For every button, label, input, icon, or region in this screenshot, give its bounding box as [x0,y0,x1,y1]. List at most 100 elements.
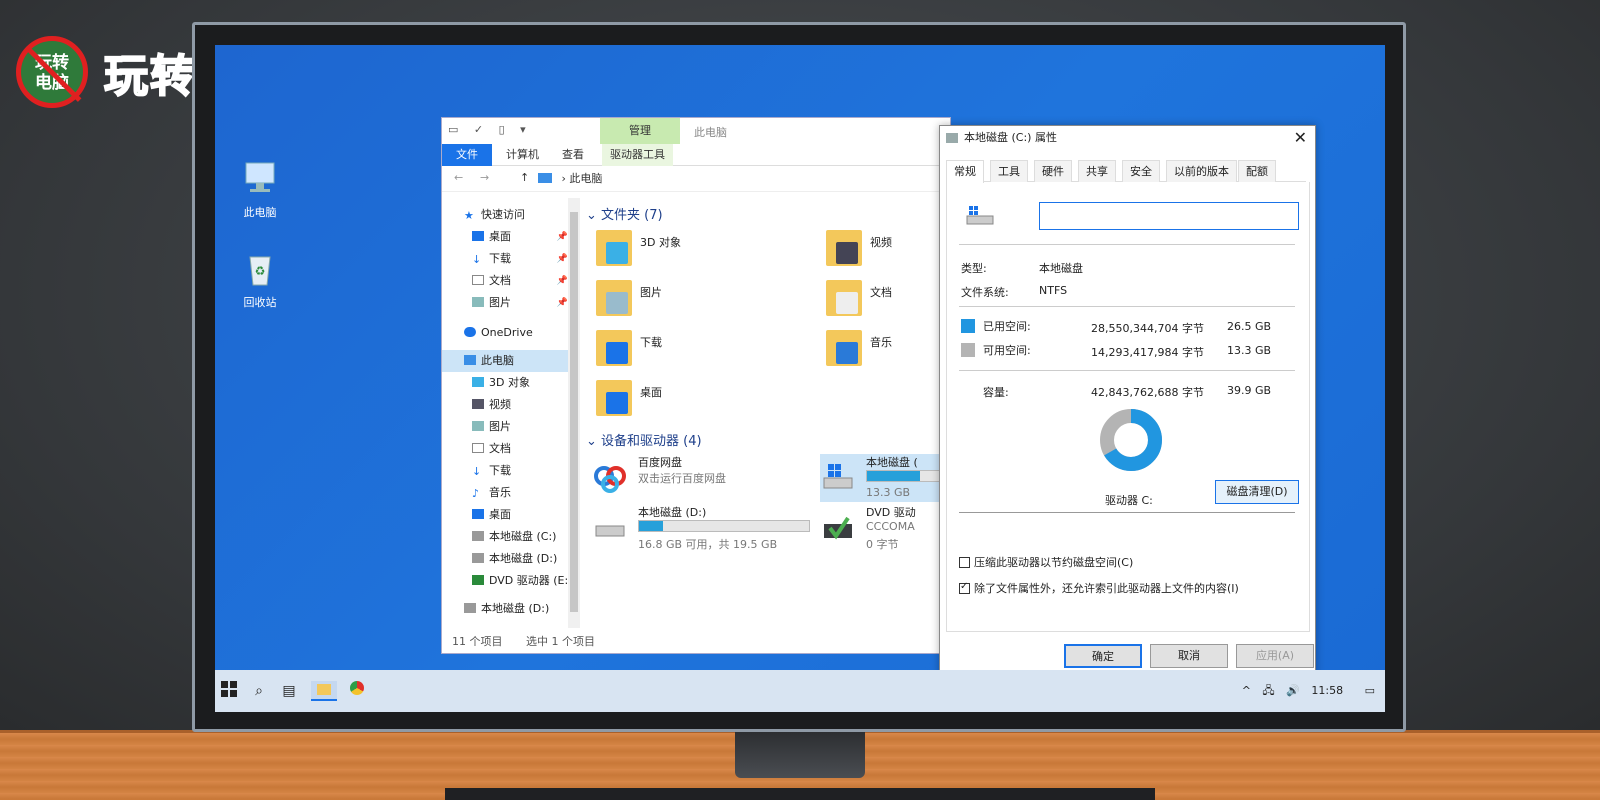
nav-pc-desktop[interactable]: 桌面 [442,504,568,526]
folder-downloads[interactable]: 下载 [596,328,766,372]
capacity-gb: 39.9 GB [1227,384,1272,397]
file-explorer-taskbar-icon[interactable] [311,681,337,701]
divider [959,512,1295,513]
tab-computer[interactable]: 计算机 [498,144,547,166]
drive-icon [472,531,484,541]
device-subtitle: 双击运行百度网盘 [638,472,726,485]
folder-label: 桌面 [640,386,662,399]
tab-tools[interactable]: 工具 [990,160,1028,182]
nav-this-pc[interactable]: 此电脑 [442,350,568,372]
disk-cleanup-button[interactable]: 磁盘清理(D) [1215,480,1299,504]
tab-view[interactable]: 查看 [554,144,592,166]
divider [959,306,1295,307]
nav-pc-dvd[interactable]: DVD 驱动器 (E: [442,570,568,592]
search-icon[interactable]: ⌕ [249,681,269,701]
nav-pc-videos[interactable]: 视频 [442,394,568,416]
tab-manage[interactable]: 管理 [600,118,680,144]
baidu-netdisk-icon [594,466,626,493]
cancel-button[interactable]: 取消 [1150,644,1228,668]
start-button[interactable] [219,681,239,701]
nav-quick-downloads[interactable]: ↓ 下载 📌 [442,248,568,270]
folder-videos[interactable]: 视频 [826,228,950,272]
address-bar[interactable]: › 此电脑 [538,170,928,188]
device-drive-c[interactable]: 本地磁盘 ( 13.3 GB [820,454,948,502]
desktop-icon-this-pc[interactable]: 此电脑 [230,161,290,220]
used-gb: 26.5 GB [1227,320,1272,333]
chrome-taskbar-icon[interactable] [347,681,367,701]
section-label: 设备和驱动器 (4) [601,434,702,449]
index-checkbox[interactable]: 除了文件属性外，还允许索引此驱动器上文件的内容(I) [959,580,1239,596]
desktop-icon-recycle-bin[interactable]: ♻ 回收站 [230,251,290,310]
checkbox-box[interactable] [959,557,970,568]
tray-overflow-icon[interactable]: ^ [1242,684,1251,697]
pin-icon: 📌 [556,254,568,264]
windows-logo-icon [221,681,237,697]
folder-icon [317,684,331,695]
pc-small-icon [538,173,552,183]
picture-icon [472,421,484,431]
status-bar: 11 个项目 选中 1 个项目 [442,631,950,653]
device-dvd[interactable]: DVD 驱动 CCCOMA 0 字节 [820,504,948,552]
volume-name-input[interactable] [1039,202,1299,230]
tab-quota[interactable]: 配额 [1238,160,1276,182]
nav-drive-d[interactable]: 本地磁盘 (D:) [442,598,568,620]
folders-section-header[interactable]: ⌄ 文件夹 (7) [586,204,663,223]
drive-label: 驱动器 C: [1105,494,1153,507]
tab-file[interactable]: 文件 [442,144,492,166]
notifications-icon[interactable]: ▭ [1365,684,1375,697]
nav-onedrive[interactable]: OneDrive [442,322,568,344]
volume-icon[interactable]: 🔊 [1286,684,1300,697]
nav-pc-music[interactable]: ♪ 音乐 [442,482,568,504]
forward-icon[interactable]: → [480,171,489,184]
nav-quick-access[interactable]: ★ 快速访问 [442,204,568,226]
nav-pc-3d[interactable]: 3D 对象 [442,372,568,394]
svg-text:♻: ♻ [255,264,266,278]
folder-icon [596,280,632,316]
nav-pc-downloads[interactable]: ↓ 下载 [442,460,568,482]
ok-button[interactable]: 确定 [1064,644,1142,668]
nav-label: 此电脑 [481,354,514,367]
tab-drive-tools[interactable]: 驱动器工具 [602,144,673,166]
chevron-down-icon: ⌄ [586,434,602,449]
nav-quick-desktop[interactable]: 桌面 📌 [442,226,568,248]
back-icon[interactable]: ← [454,171,463,184]
nav-label: 桌面 [489,230,511,243]
drive-c-usage-bar [866,470,948,482]
nav-pc-drive-d[interactable]: 本地磁盘 (D:) [442,548,568,570]
device-baidu-netdisk[interactable]: 百度网盘 双击运行百度网盘 [592,454,822,502]
nav-quick-pictures[interactable]: 图片 📌 [442,292,568,314]
task-view-icon[interactable]: ▤ [279,681,299,701]
apply-button[interactable]: 应用(A) [1236,644,1314,668]
type-label: 类型: [961,262,987,275]
folder-desktop[interactable]: 桌面 [596,378,766,422]
computer-icon [464,355,476,365]
checkbox-box[interactable] [959,581,970,594]
nav-quick-documents[interactable]: 文档 📌 [442,270,568,292]
clock[interactable]: 11:58 [1311,684,1343,697]
folder-music[interactable]: 音乐 [826,328,950,372]
scrollbar-thumb[interactable] [570,212,578,612]
nav-pc-drive-c[interactable]: 本地磁盘 (C:) [442,526,568,548]
device-drive-d[interactable]: 本地磁盘 (D:) 16.8 GB 可用，共 19.5 GB [592,504,822,552]
desktop-icon [472,509,484,519]
compress-checkbox[interactable]: 压缩此驱动器以节约磁盘空间(C) [959,554,1133,570]
tab-security[interactable]: 安全 [1122,160,1160,182]
close-button[interactable]: ✕ [1294,126,1307,150]
devices-section-header[interactable]: ⌄ 设备和驱动器 (4) [586,430,702,449]
tab-previous-versions[interactable]: 以前的版本 [1166,160,1237,182]
network-icon[interactable]: 🖧 [1262,684,1274,697]
folder-pictures[interactable]: 图片 [596,278,766,322]
tab-hardware[interactable]: 硬件 [1034,160,1072,182]
tab-sharing[interactable]: 共享 [1078,160,1116,182]
nav-scrollbar[interactable] [568,198,580,628]
explorer-titlebar: ▭ ✓ ▯ ▾ 管理 此电脑 [442,118,950,144]
folder-documents[interactable]: 文档 [826,278,950,322]
tab-general[interactable]: 常规 [946,160,984,183]
nav-pc-documents[interactable]: 文档 [442,438,568,460]
nav-pc-pictures[interactable]: 图片 [442,416,568,438]
quick-access-toolbar[interactable]: ▭ ✓ ▯ ▾ [448,123,532,136]
pin-icon: 📌 [556,276,568,286]
folder-3d-objects[interactable]: 3D 对象 [596,228,766,272]
up-icon[interactable]: ↑ [520,171,529,184]
nav-label: 图片 [489,296,511,309]
